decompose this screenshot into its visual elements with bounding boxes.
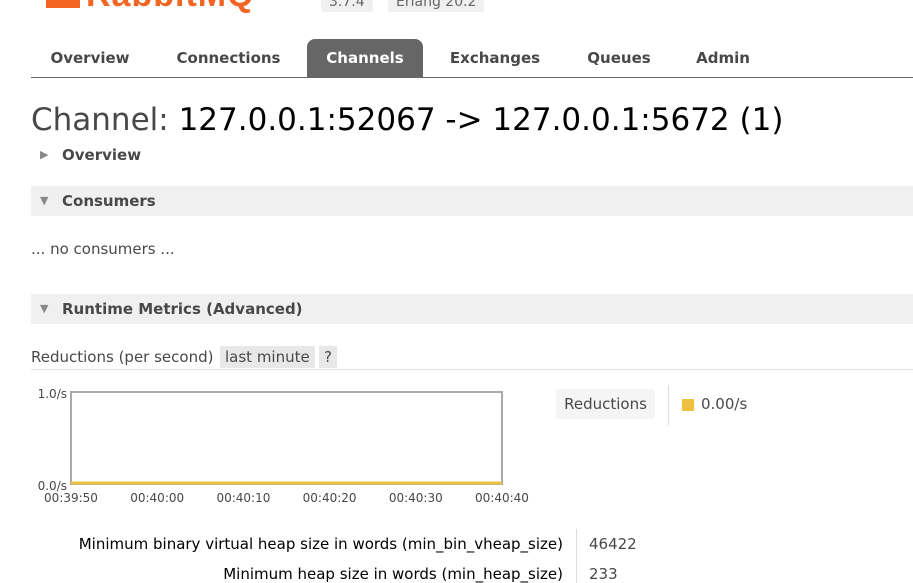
page-title-prefix: Channel: bbox=[31, 102, 169, 138]
range-selector[interactable]: last minute bbox=[220, 346, 315, 368]
main-nav: Overview Connections Channels Exchanges … bbox=[31, 39, 913, 78]
version-badge: 3.7.4 bbox=[321, 0, 373, 12]
section-overview-label: Overview bbox=[62, 146, 142, 164]
metric-value: 233 bbox=[589, 565, 618, 583]
reductions-header: Reductions (per second) last minute ? bbox=[31, 346, 913, 370]
tab-connections[interactable]: Connections bbox=[165, 39, 292, 77]
triangle-down-icon: ▼ bbox=[40, 194, 49, 207]
tab-exchanges[interactable]: Exchanges bbox=[436, 39, 554, 77]
metrics-row: Minimum heap size in words (min_heap_siz… bbox=[0, 559, 913, 583]
x-tick-label: 00:40:40 bbox=[475, 491, 529, 505]
page-title: Channel: 127.0.0.1:52067 -> 127.0.0.1:56… bbox=[31, 102, 783, 138]
x-tick-label: 00:40:00 bbox=[130, 491, 184, 505]
legend-series-button[interactable]: Reductions bbox=[556, 389, 655, 419]
tab-queues[interactable]: Queues bbox=[571, 39, 667, 77]
triangle-right-icon: ▶ bbox=[40, 148, 49, 161]
x-tick-label: 00:39:50 bbox=[44, 491, 98, 505]
section-runtime-metrics-label: Runtime Metrics (Advanced) bbox=[62, 300, 303, 318]
reductions-label: Reductions (per second) bbox=[31, 348, 214, 366]
x-tick-label: 00:40:10 bbox=[216, 491, 270, 505]
section-consumers-label: Consumers bbox=[62, 192, 156, 210]
metric-divider bbox=[576, 559, 577, 583]
tab-admin[interactable]: Admin bbox=[681, 39, 765, 77]
no-consumers-text: ... no consumers ... bbox=[31, 240, 175, 258]
tab-overview[interactable]: Overview bbox=[31, 39, 149, 77]
channel-name: 127.0.0.1:52067 -> 127.0.0.1:5672 (1) bbox=[178, 102, 784, 138]
section-overview-toggle[interactable]: ▶ Overview bbox=[31, 140, 913, 170]
y-tick-label: 1.0/s bbox=[38, 387, 67, 401]
section-consumers-toggle[interactable]: ▼ Consumers bbox=[31, 186, 913, 216]
triangle-down-icon: ▼ bbox=[40, 302, 49, 315]
x-tick-label: 00:40:30 bbox=[389, 491, 443, 505]
chart-plot-area bbox=[70, 391, 503, 485]
tab-channels[interactable]: Channels bbox=[307, 39, 423, 77]
metrics-row: Minimum binary virtual heap size in word… bbox=[0, 529, 913, 559]
x-tick-label: 00:40:20 bbox=[303, 491, 357, 505]
reductions-chart-svg: 1.0/s0.0/s00:39:50 00:40:00 00:40:10 00:40:… bbox=[38, 387, 529, 505]
metric-divider bbox=[576, 529, 577, 559]
erlang-version-badge: Erlang 20.2 bbox=[388, 0, 485, 12]
legend-divider bbox=[668, 385, 669, 425]
reductions-chart: 1.0/s 0.0/s 00:39:50 00:40:00 00:40:10 00:40:… bbox=[31, 382, 541, 512]
metric-label: Minimum binary virtual heap size in word… bbox=[78, 535, 563, 553]
legend-value: 0.00/s bbox=[701, 395, 748, 413]
page: RabbitMQ 3.7.4 Erlang 20.2 Overview Conn… bbox=[0, 0, 913, 583]
logo-text: RabbitMQ bbox=[86, 0, 255, 15]
help-button[interactable]: ? bbox=[319, 346, 337, 368]
metric-value: 46422 bbox=[589, 535, 637, 553]
rabbitmq-logo-icon bbox=[46, 0, 80, 8]
section-runtime-metrics-toggle[interactable]: ▼ Runtime Metrics (Advanced) bbox=[31, 294, 913, 324]
metric-label: Minimum heap size in words (min_heap_siz… bbox=[223, 565, 563, 583]
legend-swatch bbox=[682, 399, 694, 411]
